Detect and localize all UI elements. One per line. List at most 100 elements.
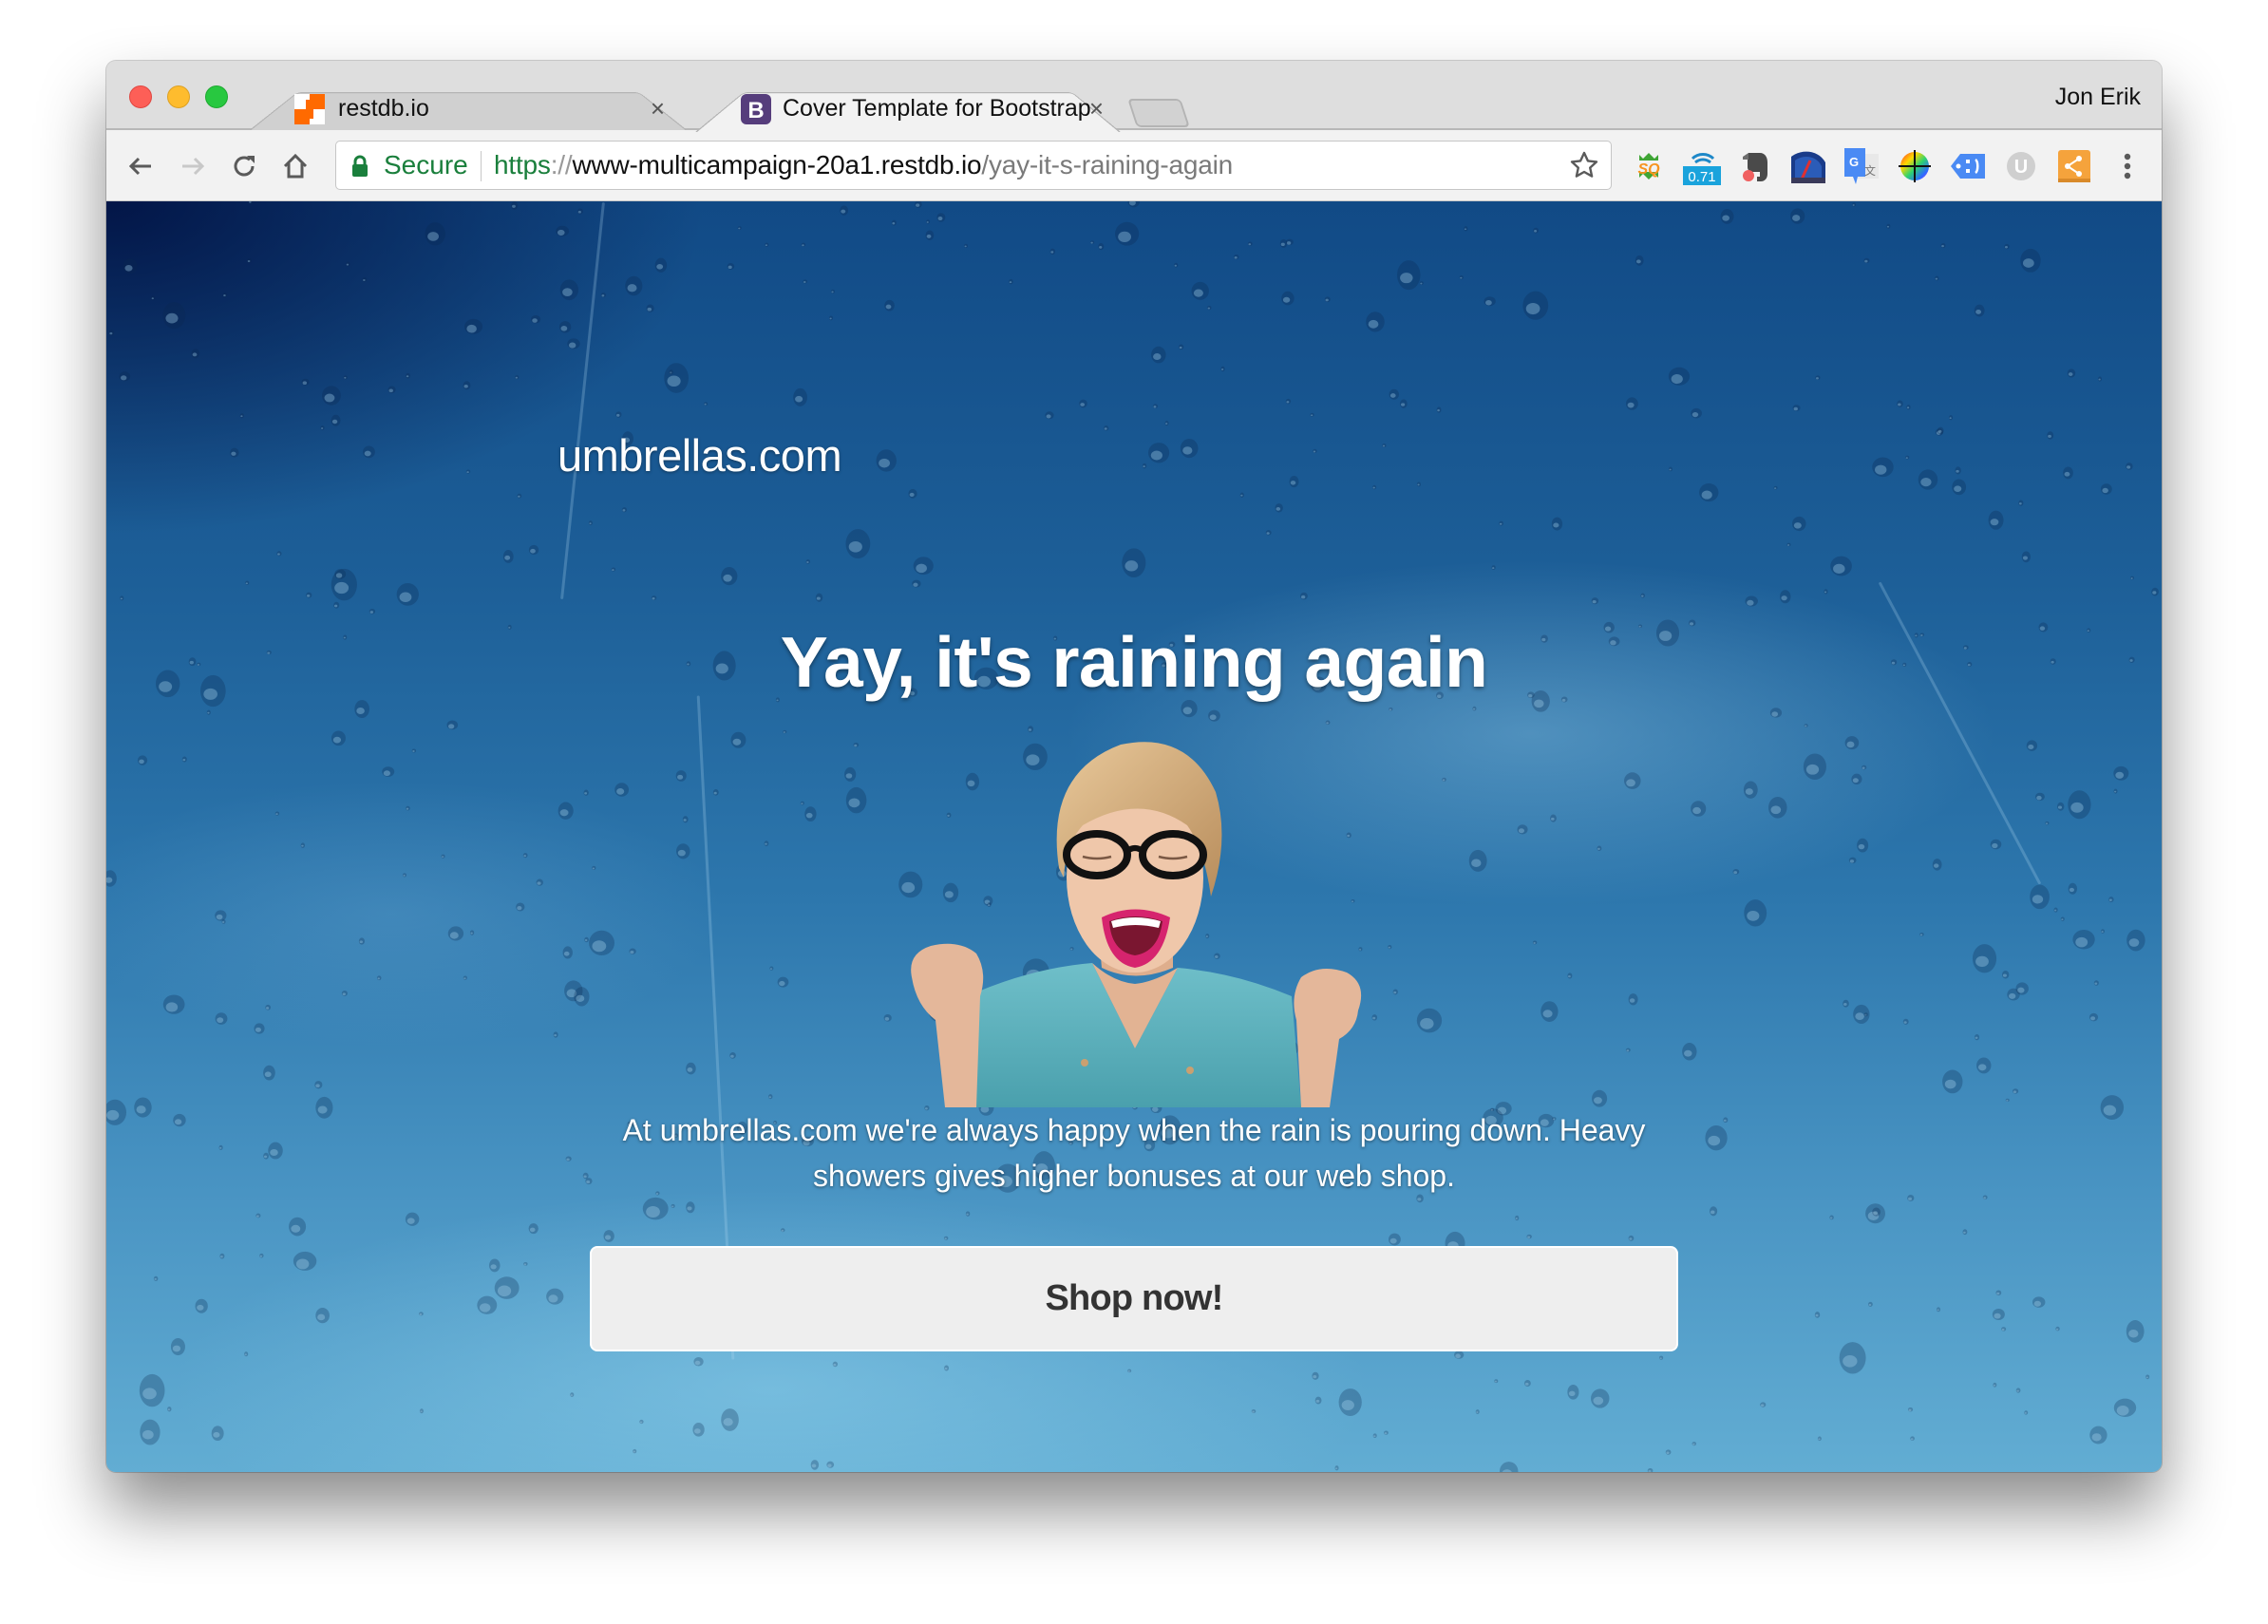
raindrop — [162, 994, 185, 1014]
profile-name[interactable]: Jon Erik — [2055, 80, 2141, 114]
raindrop — [686, 1062, 696, 1075]
speedometer-button[interactable] — [1789, 147, 1827, 185]
raindrop — [682, 816, 689, 823]
raindrop — [1995, 1290, 2002, 1296]
tab-close-icon[interactable]: × — [1089, 91, 1104, 125]
raindrop — [363, 445, 375, 459]
sq-extension-button[interactable]: SQ — [1630, 147, 1668, 185]
home-button[interactable] — [278, 149, 312, 183]
rank-extension-button[interactable]: 0.71 — [1683, 147, 1721, 185]
raindrop — [654, 257, 668, 273]
raindrop — [704, 402, 709, 406]
raindrop — [333, 601, 340, 609]
raindrop — [1533, 227, 1539, 234]
raindrop — [1180, 439, 1199, 459]
lead-paragraph: At umbrellas.com we're always happy when… — [622, 1113, 1646, 1193]
raindrop — [639, 1419, 644, 1425]
raindrop — [1524, 1379, 1531, 1388]
raindrop — [1710, 1206, 1718, 1217]
raindrop — [1324, 296, 1331, 303]
raindrop — [1285, 398, 1292, 405]
raindrop — [2151, 587, 2159, 596]
minimize-window-button[interactable] — [167, 85, 190, 108]
raindrop — [469, 930, 475, 935]
raindrop — [625, 275, 643, 296]
raindrop — [944, 1365, 950, 1371]
raindrop — [1635, 255, 1644, 266]
tab-close-icon[interactable]: × — [651, 91, 665, 125]
raindrop — [162, 302, 186, 330]
shop-now-button[interactable]: Shop now! — [590, 1246, 1678, 1351]
raindrop — [494, 1276, 520, 1299]
raindrop — [1591, 1388, 1610, 1408]
back-button[interactable] — [123, 149, 158, 183]
raindrop — [276, 551, 282, 557]
raindrop — [406, 372, 410, 379]
raindrop — [574, 987, 590, 1007]
bookmark-star-icon[interactable] — [1569, 150, 1599, 180]
raindrop — [729, 1052, 736, 1059]
raindrop — [411, 748, 417, 753]
raindrop — [1665, 1449, 1672, 1455]
raindrop — [382, 766, 395, 777]
raindrop — [1659, 1355, 1664, 1360]
raindrop — [1905, 455, 1910, 460]
tab-cover-template[interactable]: B Cover Template for Bootstrap × — [695, 78, 1121, 132]
raindrop — [1281, 291, 1295, 306]
raindrop — [1098, 243, 1105, 251]
tag-extension-button[interactable] — [1949, 147, 1987, 185]
share-extension-button[interactable] — [2055, 147, 2093, 185]
raindrop — [1526, 1234, 1532, 1239]
raindrop — [1389, 708, 1393, 711]
site-brand[interactable]: umbrellas.com — [558, 429, 842, 482]
raindrop — [2018, 500, 2024, 506]
raindrop — [1592, 1089, 1608, 1107]
raindrop — [589, 930, 614, 956]
raindrop — [804, 806, 817, 822]
raindrop — [805, 559, 811, 564]
raindrop — [331, 414, 341, 426]
raindrop — [884, 299, 895, 312]
tab-restdb[interactable]: restdb.io × — [247, 78, 690, 132]
reload-button[interactable] — [227, 149, 261, 183]
raindrop — [2126, 463, 2133, 470]
excited-woman-photo — [911, 742, 1362, 1107]
raindrop — [215, 1012, 228, 1025]
raindrop — [1843, 999, 1849, 1008]
raindrop — [1863, 257, 1870, 264]
maximize-window-button[interactable] — [205, 85, 228, 108]
raindrop — [2001, 1327, 2007, 1331]
raindrop — [1682, 1043, 1697, 1061]
raindrop — [1625, 1048, 1631, 1052]
google-translate-button[interactable]: G 文 — [1843, 147, 1881, 185]
address-bar[interactable]: Secure https://www-multicampaign-20a1.re… — [335, 141, 1612, 190]
raindrop — [546, 1288, 564, 1305]
raindrop — [2004, 243, 2010, 250]
new-tab-button[interactable] — [1127, 99, 1190, 127]
raindrop — [883, 1013, 892, 1022]
color-picker-button[interactable] — [1896, 147, 1934, 185]
raindrop — [248, 201, 254, 204]
raindrop — [1371, 1014, 1378, 1021]
forward-button[interactable] — [176, 149, 210, 183]
svg-text:SQ: SQ — [1637, 161, 1660, 178]
raindrop — [1591, 597, 1599, 605]
u-extension-button[interactable]: U — [2002, 147, 2040, 185]
raindrop — [651, 595, 657, 600]
evernote-button[interactable] — [1736, 147, 1774, 185]
raindrop — [254, 1023, 265, 1034]
url-text[interactable]: https://www-multicampaign-20a1.restdb.io… — [494, 149, 1233, 181]
raindrop — [1313, 448, 1317, 454]
close-window-button[interactable] — [129, 85, 152, 108]
raindrop — [621, 507, 627, 513]
raindrop — [528, 1223, 539, 1235]
raindrop — [1164, 420, 1169, 426]
raindrop — [2045, 821, 2050, 825]
raindrop — [646, 304, 654, 312]
raindrop — [517, 493, 522, 499]
url-separator: :// — [550, 150, 573, 179]
raindrop — [2097, 376, 2103, 382]
raindrop — [536, 878, 543, 886]
chrome-menu-button[interactable] — [2108, 147, 2146, 185]
raindrop — [314, 1081, 323, 1089]
